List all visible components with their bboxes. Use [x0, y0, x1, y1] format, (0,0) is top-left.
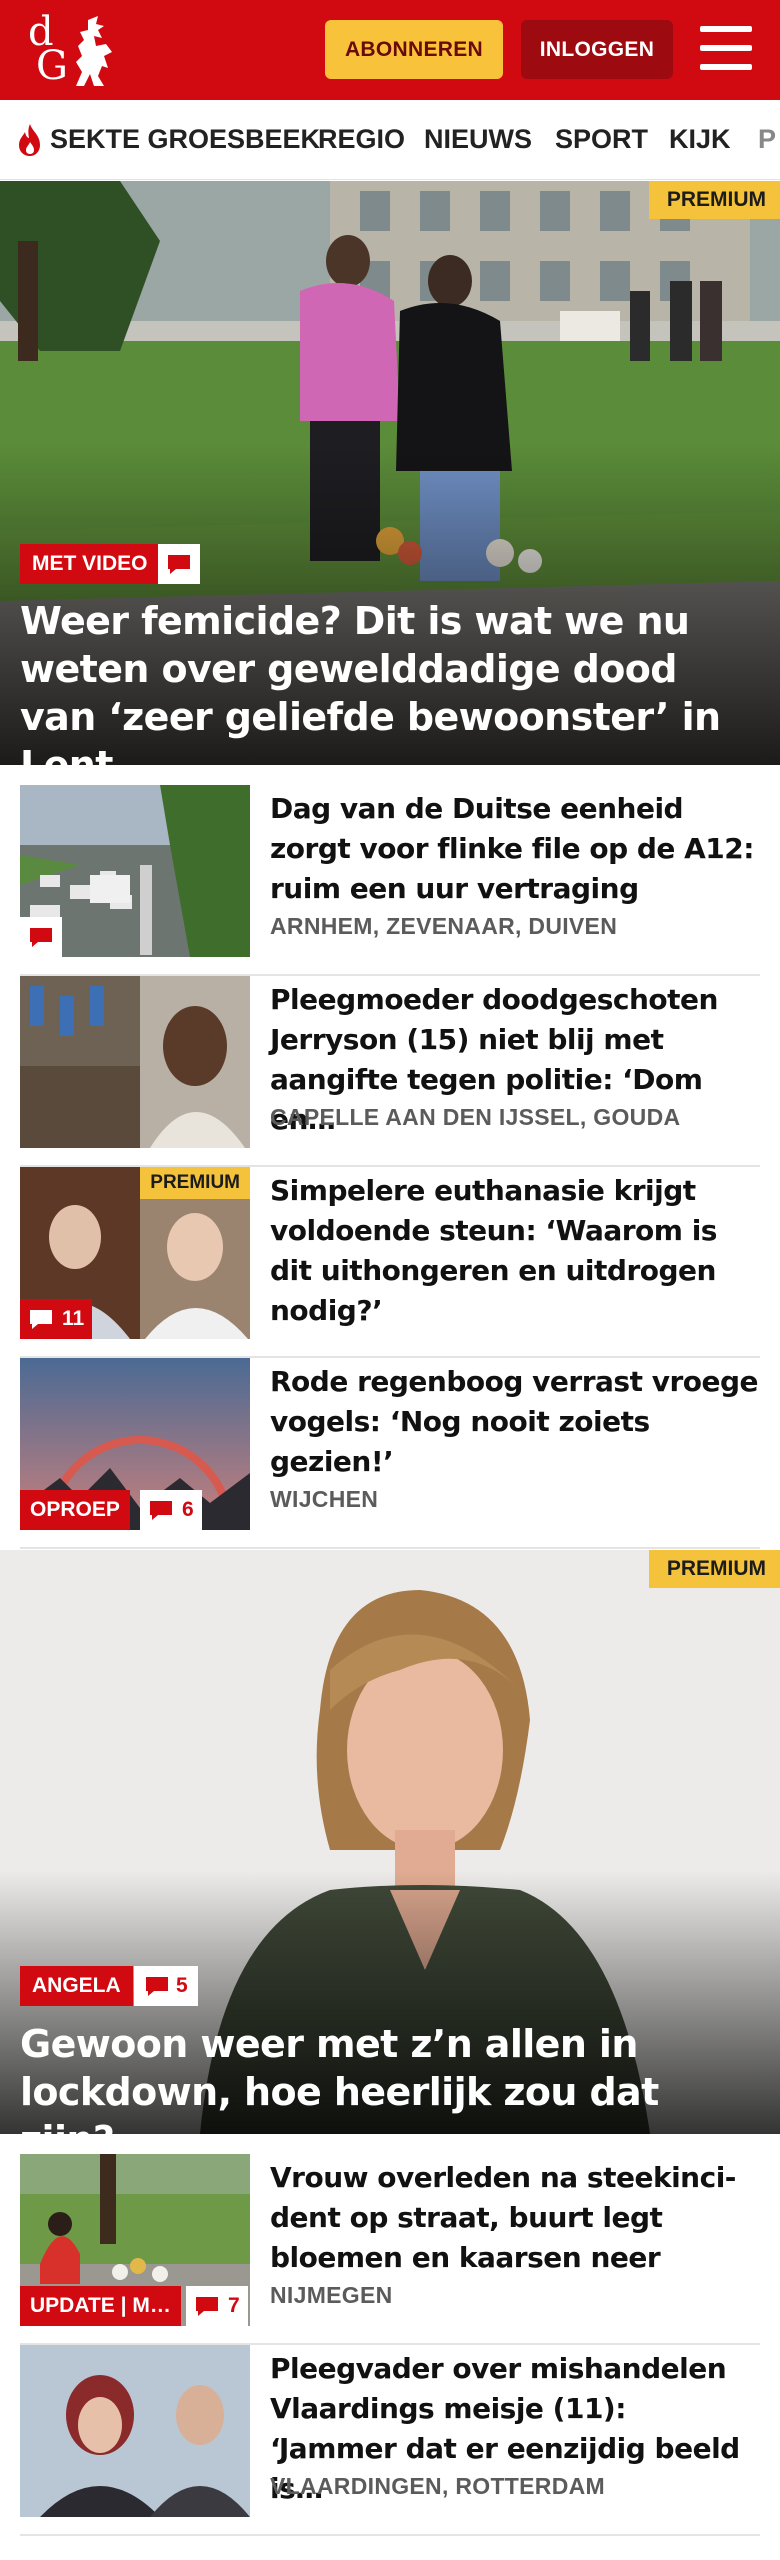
- article-location: CAPELLE AAN DEN IJSSEL, GOUDA: [270, 1104, 681, 1130]
- hero-article-femicide[interactable]: PREMIUM MET VIDEO Weer femicide? Dit is …: [0, 181, 780, 765]
- brand-logo[interactable]: d G: [22, 12, 122, 88]
- comment-icon: [30, 1310, 52, 1329]
- comment-badge: [20, 917, 62, 957]
- nav-item-sport[interactable]: SPORT: [555, 124, 648, 155]
- article-thumbnail: OPROEP 6: [20, 1358, 250, 1530]
- nav-item-kijk[interactable]: KIJK: [669, 124, 731, 155]
- comment-count: 5: [176, 1974, 188, 1997]
- comment-badge: 5: [134, 1966, 198, 2006]
- comment-icon: [196, 2297, 218, 2316]
- article-thumbnail: UPDATE | M… 7: [20, 2154, 250, 2326]
- premium-badge: PREMIUM: [648, 181, 780, 219]
- nav-item-regio[interactable]: REGIO: [318, 124, 405, 155]
- comment-count: 6: [182, 1498, 194, 1521]
- article-thumbnail: [20, 2345, 250, 2517]
- comment-icon: [150, 1501, 172, 1520]
- nav-item-sekte-groesbeek[interactable]: SEKTE GROESBEEK: [50, 124, 320, 155]
- comment-badge: 11: [20, 1299, 93, 1339]
- hero-article-angela[interactable]: PREMIUM ANGELA 5 Gewoon weer met z’n all…: [0, 1550, 780, 2134]
- comment-icon: [168, 555, 190, 574]
- comment-icon: [146, 1977, 168, 1996]
- series-label: ANGELA: [20, 1966, 133, 2006]
- hamburger-menu-icon[interactable]: [700, 24, 752, 72]
- article-location: ARNHEM, ZEVENAAR, DUIVEN: [270, 913, 618, 939]
- article-thumbnail: PREMIUM 11: [20, 1167, 250, 1339]
- login-button[interactable]: INLOGGEN: [521, 20, 673, 79]
- nav-item-nieuws[interactable]: NIEUWS: [424, 124, 532, 155]
- article-label: UPDATE | M…: [30, 2294, 171, 2317]
- comment-badge: 6: [140, 1490, 202, 1530]
- article-title[interactable]: Vrouw overleden na steekinci-dent op str…: [270, 2158, 760, 2278]
- section-nav: SEKTE GROESBEEK REGIO NIEUWS SPORT KIJK …: [0, 100, 780, 180]
- premium-badge: PREMIUM: [140, 1167, 250, 1199]
- article-title[interactable]: Rode regenboog verrast vroege vogels: ‘N…: [270, 1362, 760, 1482]
- subscribe-button[interactable]: ABONNEREN: [325, 20, 503, 79]
- list-item[interactable]: Pleegmoeder doodgeschoten Jerryson (15) …: [20, 976, 760, 1167]
- article-location: WIJCHEN: [270, 1486, 379, 1512]
- hero-title[interactable]: Gewoon weer met z’n allen in lockdown, h…: [20, 2020, 760, 2134]
- list-item[interactable]: Dag van de Duitse eenheid zorgt voor fli…: [20, 785, 760, 976]
- list-item[interactable]: OPROEP 6 Rode regenboog verrast vroege v…: [20, 1358, 760, 1549]
- list-item[interactable]: PREMIUM 11 Simpelere euthanasie krijgt v…: [20, 1167, 760, 1358]
- flame-icon: [19, 124, 40, 156]
- comment-count: 11: [62, 1307, 85, 1330]
- article-thumbnail: [20, 976, 250, 1148]
- article-thumbnail: [20, 785, 250, 957]
- comment-badge: 7: [186, 2286, 248, 2326]
- article-title[interactable]: Dag van de Duitse eenheid zorgt voor fli…: [270, 789, 760, 909]
- list-item[interactable]: UPDATE | M… 7 Vrouw overleden na steekin…: [20, 2154, 760, 2345]
- oproep-label: OPROEP: [20, 1490, 130, 1530]
- article-location: NIJMEGEN: [270, 2282, 393, 2308]
- article-label: OPROEP: [30, 1498, 120, 1521]
- comment-badge: [158, 544, 200, 584]
- premium-badge: PREMIUM: [648, 1550, 780, 1588]
- list-item[interactable]: Pleegvader over mishandelen Vlaardings m…: [20, 2345, 760, 2536]
- comment-icon: [30, 928, 52, 947]
- article-title[interactable]: Simpelere euthanasie krijgt voldoende st…: [270, 1171, 760, 1331]
- nav-item-overflow[interactable]: P: [758, 124, 776, 155]
- logo-figure-icon: [76, 16, 112, 86]
- comment-count: 7: [228, 2294, 240, 2317]
- hero-title[interactable]: Weer femicide? Dit is wat we nu weten ov…: [20, 597, 760, 765]
- video-label: MET VIDEO: [20, 544, 160, 584]
- update-label: UPDATE | M…: [20, 2286, 181, 2326]
- top-bar: d G ABONNEREN INLOGGEN: [0, 0, 780, 100]
- article-location: VLAARDINGEN, ROTTERDAM: [270, 2473, 605, 2499]
